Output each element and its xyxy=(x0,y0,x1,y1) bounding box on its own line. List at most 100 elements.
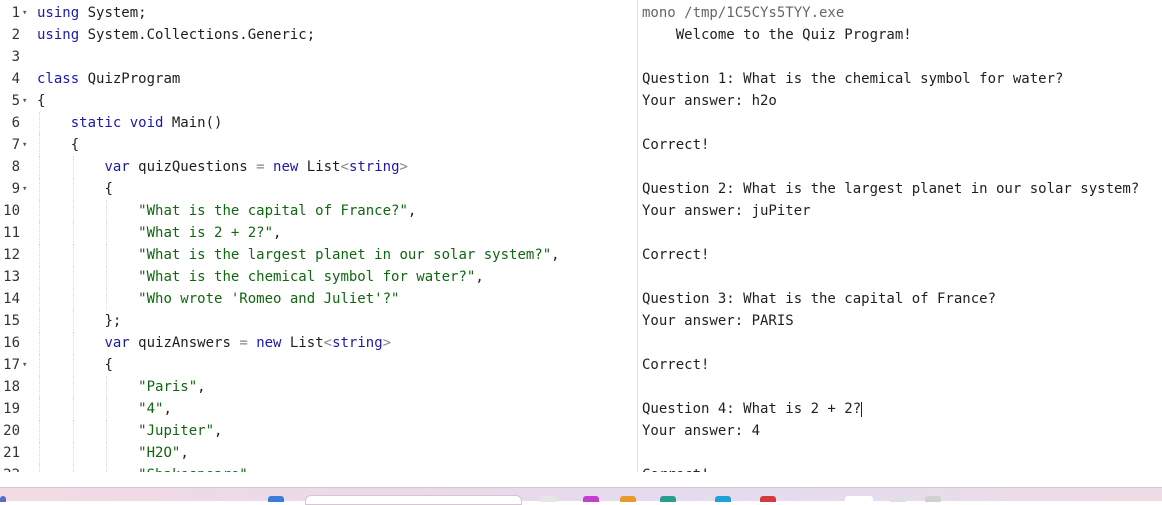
line-number: 14 xyxy=(3,291,20,307)
output-line: Correct! xyxy=(642,137,710,153)
line-number: 22 xyxy=(0,464,20,472)
app-icon[interactable] xyxy=(583,496,599,502)
line-number: 3 xyxy=(11,49,20,65)
output-line: Question 1: What is the chemical symbol … xyxy=(642,71,1064,87)
code-line[interactable]: 12 "What is the largest planet in our so… xyxy=(0,244,637,266)
line-number: 5 xyxy=(11,93,20,109)
fold-toggle-icon[interactable]: ▾ xyxy=(22,354,27,376)
code-token: , xyxy=(551,247,560,263)
taskbar xyxy=(0,487,1162,505)
task-view-icon[interactable] xyxy=(540,496,556,502)
code-text: { xyxy=(37,90,45,112)
line-number: 7 xyxy=(11,137,20,153)
code-line[interactable]: 16 var quizAnswers = new List<string> xyxy=(0,332,637,354)
code-line[interactable]: 15 }; xyxy=(0,310,637,332)
indent-guide xyxy=(72,310,74,332)
active-app-icon[interactable] xyxy=(845,496,873,502)
code-text: class QuizProgram xyxy=(37,68,180,90)
indent-guide xyxy=(72,398,74,420)
code-line[interactable]: 1 ▾ using System; xyxy=(0,2,637,24)
code-line[interactable]: 7 ▾ { xyxy=(0,134,637,156)
code-text: "4", xyxy=(37,398,172,420)
chrome-icon[interactable] xyxy=(760,496,776,502)
code-token: "What is the chemical symbol for water?" xyxy=(138,269,476,285)
fold-toggle-icon[interactable]: ▾ xyxy=(22,2,27,24)
code-line[interactable]: 2 using System.Collections.Generic; xyxy=(0,24,637,46)
output-line: Correct! xyxy=(642,464,709,472)
indent-guide xyxy=(72,200,74,222)
code-line[interactable]: 14 "Who wrote 'Romeo and Juliet'?" xyxy=(0,288,637,310)
code-token: "What is the capital of France?" xyxy=(138,203,408,219)
code-line[interactable]: 13 "What is the chemical symbol for wate… xyxy=(0,266,637,288)
indent-guide xyxy=(39,112,40,134)
code-line[interactable]: 21 "H2O", xyxy=(0,442,637,464)
indent-guide xyxy=(39,398,40,420)
output-line: Question 2: What is the largest planet i… xyxy=(642,181,1140,197)
widgets-icon[interactable] xyxy=(268,496,284,502)
indent-guide xyxy=(72,266,74,288)
line-number: 21 xyxy=(3,445,20,461)
indent-guide xyxy=(39,222,40,244)
code-line[interactable]: 18 "Paris", xyxy=(0,376,637,398)
indent-guide xyxy=(39,376,40,398)
fold-toggle-icon[interactable]: ▾ xyxy=(22,134,27,156)
output-line: Correct! xyxy=(642,357,710,373)
store-icon[interactable] xyxy=(660,496,676,502)
start-icon[interactable] xyxy=(0,496,6,502)
indent-guide xyxy=(72,156,74,178)
code-token: string xyxy=(348,159,400,175)
code-token: void xyxy=(129,115,164,131)
code-token: > xyxy=(382,335,392,351)
output-line: Question 4: What is 2 + 2? xyxy=(642,401,863,417)
fold-toggle-icon[interactable]: ▾ xyxy=(22,178,27,200)
code-line[interactable]: 10 "What is the capital of France?", xyxy=(0,200,637,222)
indent-guide xyxy=(72,222,74,244)
taskbar-search[interactable] xyxy=(305,495,522,505)
code-line[interactable]: 17 ▾ { xyxy=(0,354,637,376)
code-token: "Paris" xyxy=(138,379,198,395)
indent-guide xyxy=(39,332,40,354)
code-line[interactable]: 6 static void Main() xyxy=(0,112,637,134)
output-console: mono /tmp/1C5CYs5TYY.exe Welcome to the … xyxy=(638,0,1162,472)
code-token: , xyxy=(273,225,282,241)
code-token: System.Collections.Generic; xyxy=(79,27,316,43)
line-number: 18 xyxy=(3,379,20,395)
text-caret xyxy=(861,401,863,417)
indent-guide xyxy=(106,376,108,398)
code-text: { xyxy=(37,178,112,200)
indent-guide xyxy=(39,420,40,442)
code-token: { xyxy=(70,137,80,153)
tray-icon[interactable] xyxy=(890,496,906,502)
indent-guide xyxy=(39,266,40,288)
code-token: "H2O" xyxy=(138,445,181,461)
code-line[interactable]: 11 "What is 2 + 2?", xyxy=(0,222,637,244)
tray-icon-2[interactable] xyxy=(925,496,941,502)
folder-icon[interactable] xyxy=(620,496,636,502)
code-line[interactable]: 5 ▾ { xyxy=(0,90,637,112)
indent-guide xyxy=(72,376,74,398)
code-text: "What is the chemical symbol for water?"… xyxy=(37,266,484,288)
edge-icon[interactable] xyxy=(715,496,731,502)
code-text: "Jupiter", xyxy=(37,420,222,442)
code-token: "4" xyxy=(138,401,164,417)
line-number: 2 xyxy=(11,27,20,43)
code-line[interactable]: 4 class QuizProgram xyxy=(0,68,637,90)
indent-guide xyxy=(39,244,40,266)
code-token: static xyxy=(70,115,122,131)
code-token: , xyxy=(407,203,417,219)
indent-guide xyxy=(106,442,108,464)
code-line[interactable]: 22 "Shakespeare" xyxy=(0,464,637,472)
code-editor[interactable]: 1 ▾ using System; 2 using System.Collections… xyxy=(0,0,637,472)
code-line[interactable]: 20 "Jupiter", xyxy=(0,420,637,442)
fold-toggle-icon[interactable]: ▾ xyxy=(22,90,27,112)
code-line[interactable]: 9 ▾ { xyxy=(0,178,637,200)
code-line[interactable]: 8 var quizQuestions = new List<string> xyxy=(0,156,637,178)
code-line[interactable]: 3 xyxy=(0,46,637,68)
indent-guide xyxy=(72,442,74,464)
code-line[interactable]: 19 "4", xyxy=(0,398,637,420)
output-line: Your answer: 4 xyxy=(642,423,761,439)
code-token: = xyxy=(239,335,248,351)
line-number: 19 xyxy=(3,401,20,417)
code-text: "What is the largest planet in our solar… xyxy=(37,244,560,266)
